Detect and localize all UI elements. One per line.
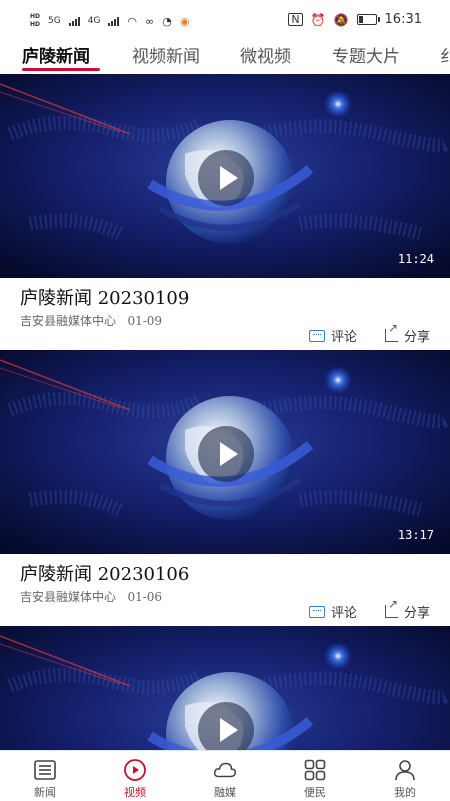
video-meta: 吉安县融媒体中心 01-06 bbox=[20, 588, 162, 605]
video-card[interactable]: 11:24 庐陵新闻 20230109 吉安县融媒体中心 01-09 评论 分享 bbox=[0, 74, 450, 350]
nav-services-label: 便民 bbox=[304, 786, 326, 799]
video-date: 01-06 bbox=[127, 590, 163, 604]
nav-mine[interactable]: 我的 bbox=[360, 751, 450, 801]
comment-label: 评论 bbox=[330, 330, 357, 345]
tab-weishipin[interactable]: 微视频 bbox=[240, 42, 291, 67]
cloud-icon bbox=[213, 759, 237, 781]
nav-services[interactable]: 便民 bbox=[270, 751, 360, 801]
status-bar: HD HD 5G 4G ◠ ∞ ◔ ◉ N ⏰ 🔕 16:31 bbox=[0, 0, 450, 40]
nav-media-label: 融媒 bbox=[214, 786, 236, 799]
video-card[interactable] bbox=[0, 626, 450, 750]
play-button[interactable] bbox=[198, 426, 254, 482]
comment-icon bbox=[308, 605, 325, 618]
tab-lulingxinwen[interactable]: 庐陵新闻 bbox=[22, 42, 90, 67]
video-thumbnail[interactable]: 11:24 bbox=[0, 74, 450, 278]
video-card[interactable]: 13:17 庐陵新闻 20230106 吉安县融媒体中心 01-06 评论 分享 bbox=[0, 350, 450, 626]
nav-news[interactable]: 新闻 bbox=[0, 751, 90, 801]
hd-label-2: HD bbox=[30, 21, 41, 28]
nav-mine-label: 我的 bbox=[394, 786, 416, 799]
bottom-nav: 新闻 视频 融媒 便民 我的 bbox=[0, 750, 450, 801]
wifi-icon: ◠ bbox=[127, 14, 138, 28]
weibo-icon: ◉ bbox=[179, 14, 190, 28]
news-icon bbox=[33, 759, 57, 781]
share-icon bbox=[384, 321, 398, 342]
nav-video[interactable]: 视频 bbox=[90, 751, 180, 801]
video-date: 01-09 bbox=[127, 314, 163, 328]
nav-video-label: 视频 bbox=[124, 786, 146, 799]
video-thumbnail[interactable] bbox=[0, 626, 450, 750]
hd-indicators: HD HD bbox=[30, 13, 40, 29]
signal-icon-2 bbox=[108, 16, 120, 26]
tab-shipinxinwen[interactable]: 视频新闻 bbox=[132, 42, 200, 67]
grid-icon bbox=[303, 759, 327, 781]
comment-label: 评论 bbox=[330, 606, 357, 621]
share-label: 分享 bbox=[403, 606, 430, 621]
hd-label-1: HD bbox=[30, 13, 41, 20]
video-title[interactable]: 庐陵新闻 20230109 bbox=[20, 284, 189, 310]
nav-media[interactable]: 融媒 bbox=[180, 751, 270, 801]
link-icon: ∞ bbox=[145, 14, 155, 28]
battery-icon bbox=[356, 14, 380, 25]
user-icon bbox=[393, 759, 417, 781]
tab-more[interactable]: 纟 bbox=[440, 42, 450, 67]
comment-button[interactable]: 评论 bbox=[308, 326, 357, 345]
video-meta: 吉安县融媒体中心 01-09 bbox=[20, 312, 162, 329]
video-duration: 11:24 bbox=[397, 252, 434, 266]
status-left: HD HD 5G 4G ◠ ∞ ◔ ◉ bbox=[30, 10, 189, 32]
comment-icon bbox=[308, 329, 325, 342]
share-button[interactable]: 分享 bbox=[384, 597, 430, 621]
tab-active-indicator bbox=[22, 68, 100, 71]
network-5g-label: 5G bbox=[48, 16, 61, 26]
video-source: 吉安县融媒体中心 bbox=[20, 314, 117, 328]
play-button[interactable] bbox=[198, 702, 254, 750]
tab-zhuantidapian[interactable]: 专题大片 bbox=[332, 42, 400, 67]
video-actions: 评论 分享 bbox=[308, 321, 430, 345]
comment-button[interactable]: 评论 bbox=[308, 602, 357, 621]
video-duration: 13:17 bbox=[397, 528, 434, 542]
share-icon bbox=[384, 597, 398, 618]
wechat-icon: ◔ bbox=[162, 14, 172, 28]
nfc-icon: N bbox=[288, 13, 303, 26]
video-actions: 评论 分享 bbox=[308, 597, 430, 621]
channel-tabs: 庐陵新闻 视频新闻 微视频 专题大片 纟 bbox=[0, 40, 450, 72]
video-source: 吉安县融媒体中心 bbox=[20, 590, 117, 604]
network-4g-label: 4G bbox=[87, 16, 101, 26]
status-right: N ⏰ 🔕 16:31 bbox=[288, 12, 422, 27]
share-label: 分享 bbox=[403, 330, 430, 345]
alarm-icon: ⏰ bbox=[310, 12, 326, 27]
nav-news-label: 新闻 bbox=[34, 786, 56, 799]
play-button[interactable] bbox=[198, 150, 254, 206]
video-thumbnail[interactable]: 13:17 bbox=[0, 350, 450, 554]
share-button[interactable]: 分享 bbox=[384, 321, 430, 345]
video-title[interactable]: 庐陵新闻 20230106 bbox=[20, 560, 189, 586]
video-play-icon bbox=[123, 759, 147, 781]
mute-icon: 🔕 bbox=[333, 12, 349, 27]
clock: 16:31 bbox=[384, 12, 422, 27]
signal-icon bbox=[68, 16, 80, 26]
